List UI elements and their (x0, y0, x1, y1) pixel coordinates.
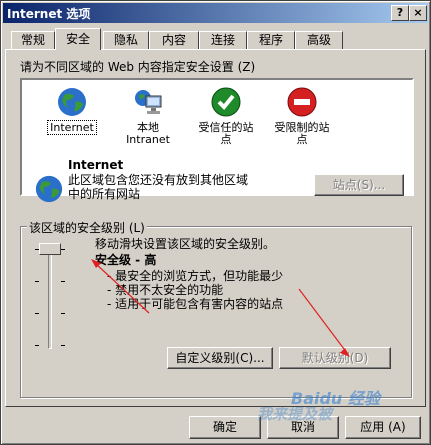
internet-options-dialog: Internet 选项 ? × 常规 安全 隐私 内容 连接 程序 高级 请为不… (0, 0, 431, 445)
watermark-brand: Baidu 经验 (291, 389, 380, 408)
annotation-arrows (91, 259, 350, 357)
